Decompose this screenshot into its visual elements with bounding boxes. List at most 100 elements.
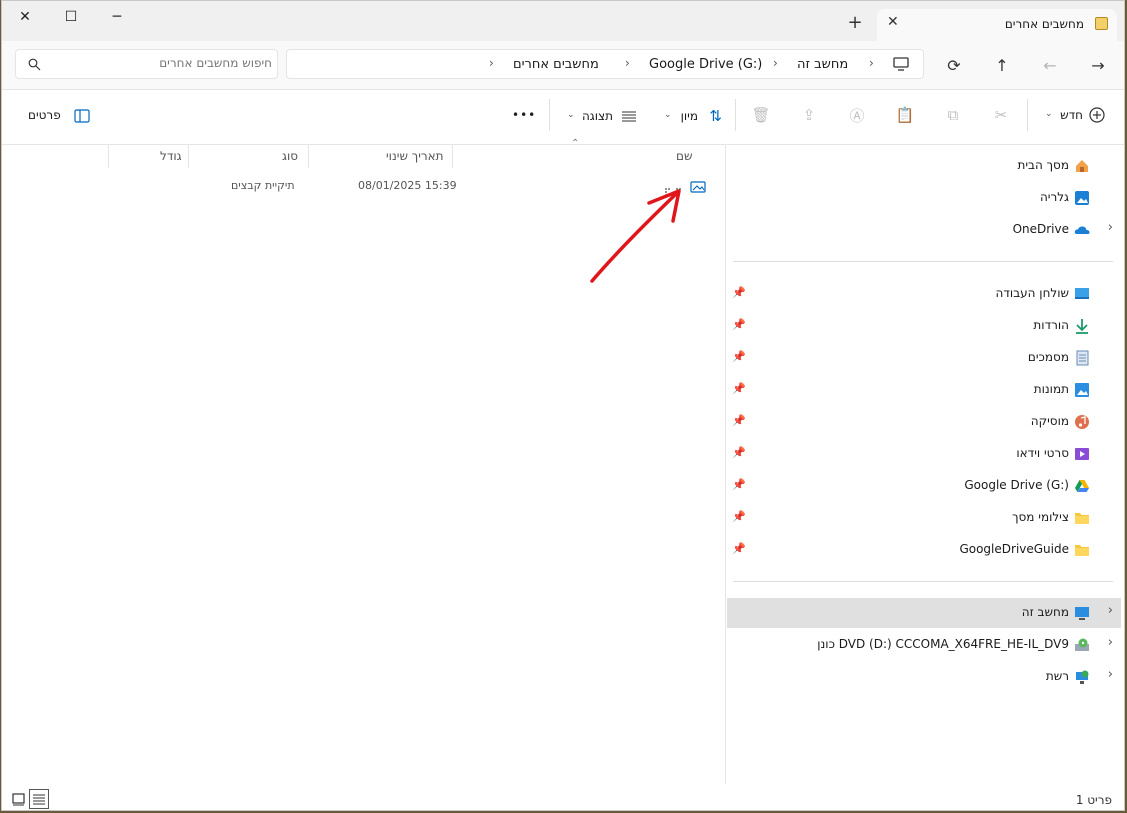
tab-close-icon[interactable]: ✕	[887, 14, 899, 30]
maximize-window-button[interactable]: ☐	[48, 1, 94, 33]
documents-icon	[1074, 350, 1090, 366]
pin-icon[interactable]: 📌	[732, 446, 746, 459]
sidebar-item-label: מסמכים	[1027, 350, 1069, 364]
sidebar-item-music[interactable]: 📌 מוסיקה	[728, 407, 1124, 437]
divider	[549, 99, 550, 131]
sidebar-item-pictures[interactable]: 📌 תמונות	[728, 375, 1124, 405]
pin-icon[interactable]: 📌	[732, 382, 746, 395]
file-explorer-window: ✕ ☐ ─ + ✕ מחשבים אחרים → ← ↑ ⟳ › מחשב זה…	[1, 0, 1125, 811]
more-options-button[interactable]: •••	[512, 108, 536, 122]
sidebar-item-label: שולחן העבודה	[995, 286, 1069, 300]
downloads-icon	[1074, 318, 1090, 334]
pin-icon[interactable]: 📌	[732, 542, 746, 555]
sidebar-item-home[interactable]: מסך הבית	[728, 151, 1124, 181]
sidebar-item-label: OneDrive	[1012, 222, 1069, 236]
column-divider	[108, 144, 109, 168]
column-divider	[452, 144, 453, 168]
sidebar-item-gallery[interactable]: גלריה	[728, 183, 1124, 213]
pin-icon[interactable]: 📌	[732, 510, 746, 523]
chevron-right-icon[interactable]: ›	[1108, 220, 1113, 235]
sort-button[interactable]: ⇅ מיון ⌄	[664, 107, 724, 127]
sidebar-item-videos[interactable]: 📌 סרטי וידאו	[728, 439, 1124, 469]
delete-icon[interactable]: 🗑	[750, 104, 772, 126]
sidebar-item-desktop[interactable]: 📌 שולחן העבודה	[728, 279, 1124, 309]
tab-other-computers[interactable]: ✕ מחשבים אחרים	[877, 9, 1117, 42]
column-header-size[interactable]: גודל	[160, 149, 182, 163]
sidebar-item-onedrive[interactable]: › OneDrive	[728, 215, 1124, 245]
new-button[interactable]: חדש ⌄	[1045, 107, 1105, 127]
details-pane-button[interactable]: פרטים	[28, 107, 92, 127]
sidebar-item-google-drive[interactable]: 📌 Google Drive (G:)	[728, 471, 1124, 501]
breadcrumb-other-computers[interactable]: מחשבים אחרים	[513, 57, 599, 72]
breadcrumb-this-pc[interactable]: מחשב זה	[797, 57, 848, 72]
folder-tab-icon	[1095, 17, 1108, 30]
search-input[interactable]	[50, 55, 274, 71]
file-type: תיקיית קבצים	[231, 179, 295, 192]
column-header-name[interactable]: שם	[676, 149, 692, 163]
breadcrumb-google-drive[interactable]: Google Drive (G:)	[649, 57, 762, 72]
view-list-icon	[621, 108, 637, 127]
rename-icon[interactable]: Ⓐ	[846, 104, 868, 126]
chevron-icon: ›	[489, 56, 494, 70]
column-header-modified[interactable]: תאריך שינוי	[386, 149, 444, 163]
folder-icon	[1074, 542, 1090, 558]
back-button[interactable]: →	[1086, 53, 1110, 77]
share-icon[interactable]: ⇪	[798, 104, 820, 126]
sidebar-item-googledriveguide[interactable]: 📌 GoogleDriveGuide	[728, 535, 1124, 565]
column-header-type[interactable]: סוג	[282, 149, 298, 163]
chevron-right-icon[interactable]: ›	[1108, 635, 1113, 650]
new-tab-button[interactable]: +	[845, 13, 865, 33]
tiles-view-icon[interactable]	[11, 791, 27, 807]
gallery-icon	[1074, 190, 1090, 206]
dvd-drive-icon	[1074, 637, 1090, 653]
chevron-down-icon: ⌄	[664, 110, 672, 120]
paste-icon[interactable]: 📋	[894, 104, 916, 126]
search-box[interactable]	[15, 49, 278, 79]
status-bar: פריט 1	[2, 789, 1124, 810]
view-button-label: תצוגה	[581, 109, 613, 123]
google-drive-icon	[1074, 478, 1090, 494]
annotation-arrow	[590, 189, 681, 283]
pin-icon[interactable]: 📌	[732, 414, 746, 427]
add-icon	[1089, 107, 1105, 127]
sidebar-item-network[interactable]: › רשת	[728, 662, 1124, 692]
close-window-button[interactable]: ✕	[2, 1, 48, 33]
pin-icon[interactable]: 📌	[732, 350, 746, 363]
tab-title: מחשבים אחרים	[1004, 17, 1084, 31]
up-button[interactable]: ↑	[990, 53, 1014, 77]
sidebar-item-screenshots[interactable]: 📌 צילומי מסך	[728, 503, 1124, 533]
column-divider	[188, 144, 189, 168]
sidebar-item-label: רשת	[1045, 669, 1069, 683]
sidebar-item-label: GoogleDriveGuide	[959, 542, 1069, 556]
copy-icon[interactable]: ⧉	[942, 104, 964, 126]
details-view-icon[interactable]	[29, 789, 49, 809]
details-button-label: פרטים	[28, 108, 61, 122]
sidebar-item-label: הורדות	[1033, 318, 1069, 332]
music-icon	[1074, 414, 1090, 430]
chevron-right-icon[interactable]: ›	[1108, 603, 1113, 618]
divider	[1027, 99, 1028, 131]
chevron-icon: ›	[773, 56, 778, 70]
cut-icon[interactable]: ✂	[990, 104, 1012, 126]
sidebar-item-documents[interactable]: 📌 מסמכים	[728, 343, 1124, 373]
sidebar-item-this-pc[interactable]: › מחשב זה	[727, 598, 1121, 628]
sidebar-item-dvd-drive[interactable]: › כונן DVD‏ (D:) CCCOMA_X64FRE_HE-IL_DV9	[728, 630, 1124, 660]
folder-icon	[1074, 510, 1090, 526]
refresh-button[interactable]: ⟳	[942, 53, 966, 77]
details-pane-icon	[74, 108, 90, 127]
monitor-icon	[889, 52, 913, 76]
search-icon	[28, 56, 41, 75]
forward-button[interactable]: ←	[1038, 53, 1062, 77]
pin-icon[interactable]: 📌	[732, 478, 746, 491]
sort-button-label: מיון	[680, 109, 698, 123]
sidebar-item-label: צילומי מסך	[1012, 510, 1069, 524]
minimize-window-button[interactable]: ─	[94, 1, 140, 33]
item-count: פריט 1	[1075, 793, 1112, 807]
pin-icon[interactable]: 📌	[732, 286, 746, 299]
address-bar[interactable]: › מחשב זה › Google Drive (G:) › מחשבים א…	[286, 49, 924, 79]
videos-icon	[1074, 446, 1090, 462]
view-button[interactable]: תצוגה ⌄	[567, 107, 637, 127]
chevron-right-icon[interactable]: ›	[1108, 667, 1113, 682]
pin-icon[interactable]: 📌	[732, 318, 746, 331]
sidebar-item-downloads[interactable]: 📌 הורדות	[728, 311, 1124, 341]
